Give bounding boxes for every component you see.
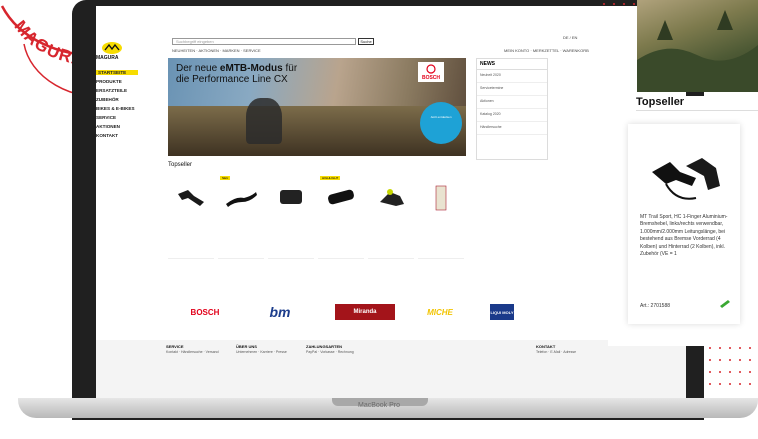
site-sidebar-nav: STARTSEITE PRODUKTE ERSATZTEILE ZUBEHÖR … [96,70,138,142]
rider-silhouette [246,98,282,144]
top-nav[interactable]: NEUHEITEN · AKTIONEN · MARKEN · SERVICE [172,48,261,53]
news-item[interactable]: Aktionen [477,96,547,109]
nav-item[interactable]: STARTSEITE [96,70,138,75]
decorative-dots-top [603,3,635,5]
brand-carousel[interactable]: BOSCH bm Miranda MICHE LIQUI MOLY [170,300,590,326]
divider [636,110,758,111]
brand-logo[interactable]: BOSCH [180,304,230,320]
new-badge: NEU [220,176,231,180]
trail-photo [637,0,758,92]
utility-nav[interactable]: MEIN KONTO · MERKZETTEL · WARENKORB [504,48,589,53]
nav-item[interactable]: KONTAKT [96,133,138,138]
lever-assembly-icon [380,189,404,206]
brand-logo[interactable]: bm [250,304,310,320]
news-title: NEWS [477,59,547,70]
news-item[interactable]: Neuheit 2020 [477,70,547,83]
new-badge: HIGHLIGHT [320,176,341,180]
brand-logo[interactable]: Miranda [335,304,395,320]
language-switch[interactable]: DE / EN [563,35,577,40]
overlay-topseller-title: Topseller [636,96,685,108]
nav-item[interactable]: AKTIONEN [96,124,138,129]
hero-cta-circle[interactable]: Jetzt entdecken [420,102,462,144]
brake-set-icon [652,158,720,200]
hero-headline-line2: die Performance Line CX [176,74,288,85]
search-button[interactable]: Suche [358,38,374,45]
product-card[interactable] [418,178,464,266]
battery-icon [280,190,302,204]
brake-lever-icon [178,190,204,206]
news-panel: NEWS Neuheit 2020 Servicetermine Aktione… [476,58,548,160]
oil-bottle-icon [435,185,447,211]
availability-icon [720,300,730,308]
magura-logo-icon [102,42,122,54]
hero-headline-bold: eMTB-Modus [219,63,283,74]
product-card[interactable] [368,178,414,266]
nav-item[interactable]: ZUBEHÖR [96,97,138,102]
site-footer: SERVICE Kontakt · Händlersuche · Versand … [96,340,686,404]
nav-item[interactable]: SERVICE [96,115,138,120]
bosch-badge: BOSCH [418,62,444,82]
nav-item[interactable]: PRODUKTE [96,79,138,84]
product-card[interactable] [168,178,214,266]
product-card[interactable]: NEU [218,176,264,266]
nav-item[interactable]: BIKES & E-BIKES [96,106,138,111]
lever-blade-icon [226,192,257,207]
grip-icon [328,189,354,205]
overlay-article-number: Art.: 2701588 [640,303,671,309]
news-item[interactable]: Händlersuche [477,122,547,135]
news-item[interactable]: Servicetermine [477,83,547,96]
search-input[interactable]: Suchbegriff eingeben [172,38,356,45]
laptop-model-label: MacBook Pro [357,402,401,409]
trail-photo-scene [637,10,758,92]
product-card[interactable] [268,178,314,266]
site-logo-text: MAGURA [96,55,119,61]
bosch-logo-icon: BOSCH [422,64,440,81]
brand-logo[interactable]: MICHE [410,304,470,320]
hero-headline: Der neue eMTB-Modus für die Performance … [176,63,298,85]
overlay-product-description: MT Trail Sport, HC 1-Finger Aluminium-Br… [640,214,728,258]
nav-item[interactable]: ERSATZTEILE [96,88,138,93]
svg-text:BOSCH: BOSCH [422,75,440,81]
decorative-dots [709,347,751,385]
topseller-title: Topseller [168,162,193,168]
brand-logo[interactable]: LIQUI MOLY [490,304,514,320]
product-card[interactable]: HIGHLIGHT [318,176,364,266]
news-item[interactable]: Katalog 2020 [477,109,547,122]
